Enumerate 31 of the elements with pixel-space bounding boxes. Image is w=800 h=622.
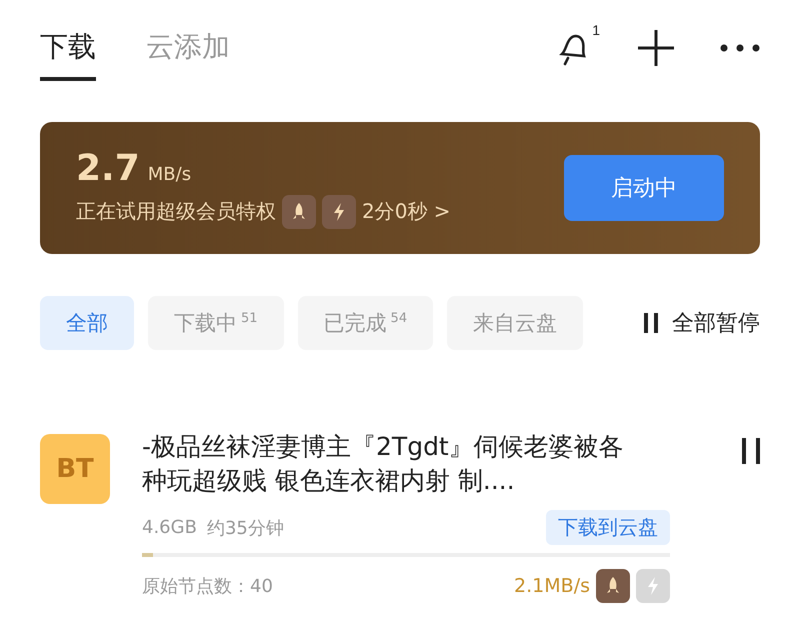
more-button[interactable] (720, 44, 760, 52)
download-title: -极品丝袜淫妻博主『2Tgdt』伺候老婆被各种玩超级贱 银色连衣裙内射 制.... (142, 431, 625, 497)
lightning-icon (646, 576, 660, 596)
filter-chip[interactable]: 已完成 $^{54}$ (298, 296, 434, 350)
time-remaining: 约35分钟 (206, 516, 284, 540)
notification-count: 1 (592, 22, 600, 38)
filter-chip[interactable]: 下载中 $^{51}$ (148, 296, 284, 350)
pause-button[interactable] (742, 438, 760, 464)
tab[interactable]: 下载 (40, 15, 96, 81)
pause-icon (742, 438, 760, 464)
download-speed: 2.1MB/s (514, 575, 590, 597)
plus-icon (636, 28, 676, 68)
pause-icon (644, 313, 658, 333)
filter-chip[interactable]: 全部 (40, 296, 134, 350)
download-to-cloud-button[interactable]: 下载到云盘 (546, 510, 670, 545)
source-nodes: 原始节点数：40 (142, 574, 273, 598)
tab[interactable]: 云添加 (146, 15, 230, 81)
lightning-icon (332, 202, 346, 222)
speed-value: 2.7 (76, 148, 140, 188)
rocket-icon (291, 202, 307, 222)
rocket-icon (605, 576, 621, 596)
more-icon (720, 44, 760, 52)
start-button[interactable]: 启动中 (564, 155, 724, 221)
add-button[interactable] (636, 28, 676, 68)
filter-chip[interactable]: 来自云盘 (447, 296, 584, 350)
speed-unit: MB/s (148, 164, 192, 184)
pause-all-button[interactable]: 全部暂停 (644, 308, 760, 338)
trial-message: 正在试用超级会员特权 (76, 198, 276, 225)
file-size: 4.6GB (142, 517, 197, 538)
bt-file-icon: BT (40, 434, 110, 504)
trial-timer[interactable]: 2分0秒 > (362, 198, 451, 225)
